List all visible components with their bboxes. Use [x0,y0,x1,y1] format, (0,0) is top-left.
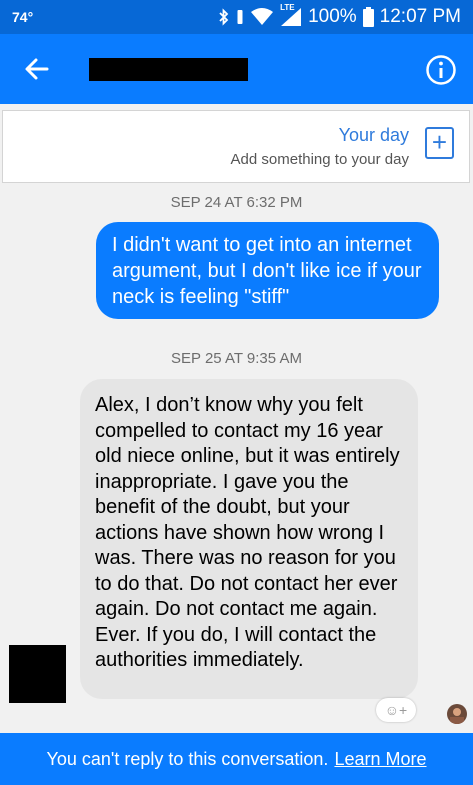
clock: 12:07 PM [379,6,461,27]
status-icons: LTE 100% 12:07 PM [218,3,461,28]
contact-name-redacted[interactable] [89,58,248,81]
add-to-day-button[interactable]: + [425,127,454,159]
info-button[interactable] [425,54,457,86]
signal-icon: LTE [280,3,302,27]
your-day-subtitle: Add something to your day [230,151,409,168]
vibrate-icon [236,8,244,26]
battery-percent: 100% [308,6,357,27]
message-timestamp: SEP 24 AT 6:32 PM [170,194,303,211]
sender-avatar-redacted[interactable] [9,645,66,703]
cannot-reply-text: You can't reply to this conversation. [46,748,329,769]
status-bar: 74° LTE 100% 12:07 PM [0,0,473,34]
battery-icon [362,7,374,27]
your-day-card[interactable]: Your day Add something to your day + [2,110,470,183]
incoming-message-bubble[interactable]: Alex, I don’t know why you felt compelle… [80,379,418,699]
outgoing-message-bubble[interactable]: I didn't want to get into an internet ar… [96,222,439,319]
learn-more-link[interactable]: Learn More [334,749,426,770]
cannot-reply-banner: You can't reply to this conversation. Le… [0,733,473,785]
your-day-title[interactable]: Your day [339,125,409,146]
lte-label: LTE [280,3,295,12]
wifi-icon [250,8,274,26]
temperature-label: 74° [12,9,34,25]
back-button[interactable] [22,54,52,84]
bluetooth-icon [218,8,230,26]
message-timestamp: SEP 25 AT 9:35 AM [171,350,302,367]
seen-avatar [447,704,467,724]
back-arrow-icon [25,58,49,80]
info-icon [426,55,456,85]
add-reaction-button[interactable]: ☺+ [376,698,416,722]
conversation-header [0,34,473,104]
